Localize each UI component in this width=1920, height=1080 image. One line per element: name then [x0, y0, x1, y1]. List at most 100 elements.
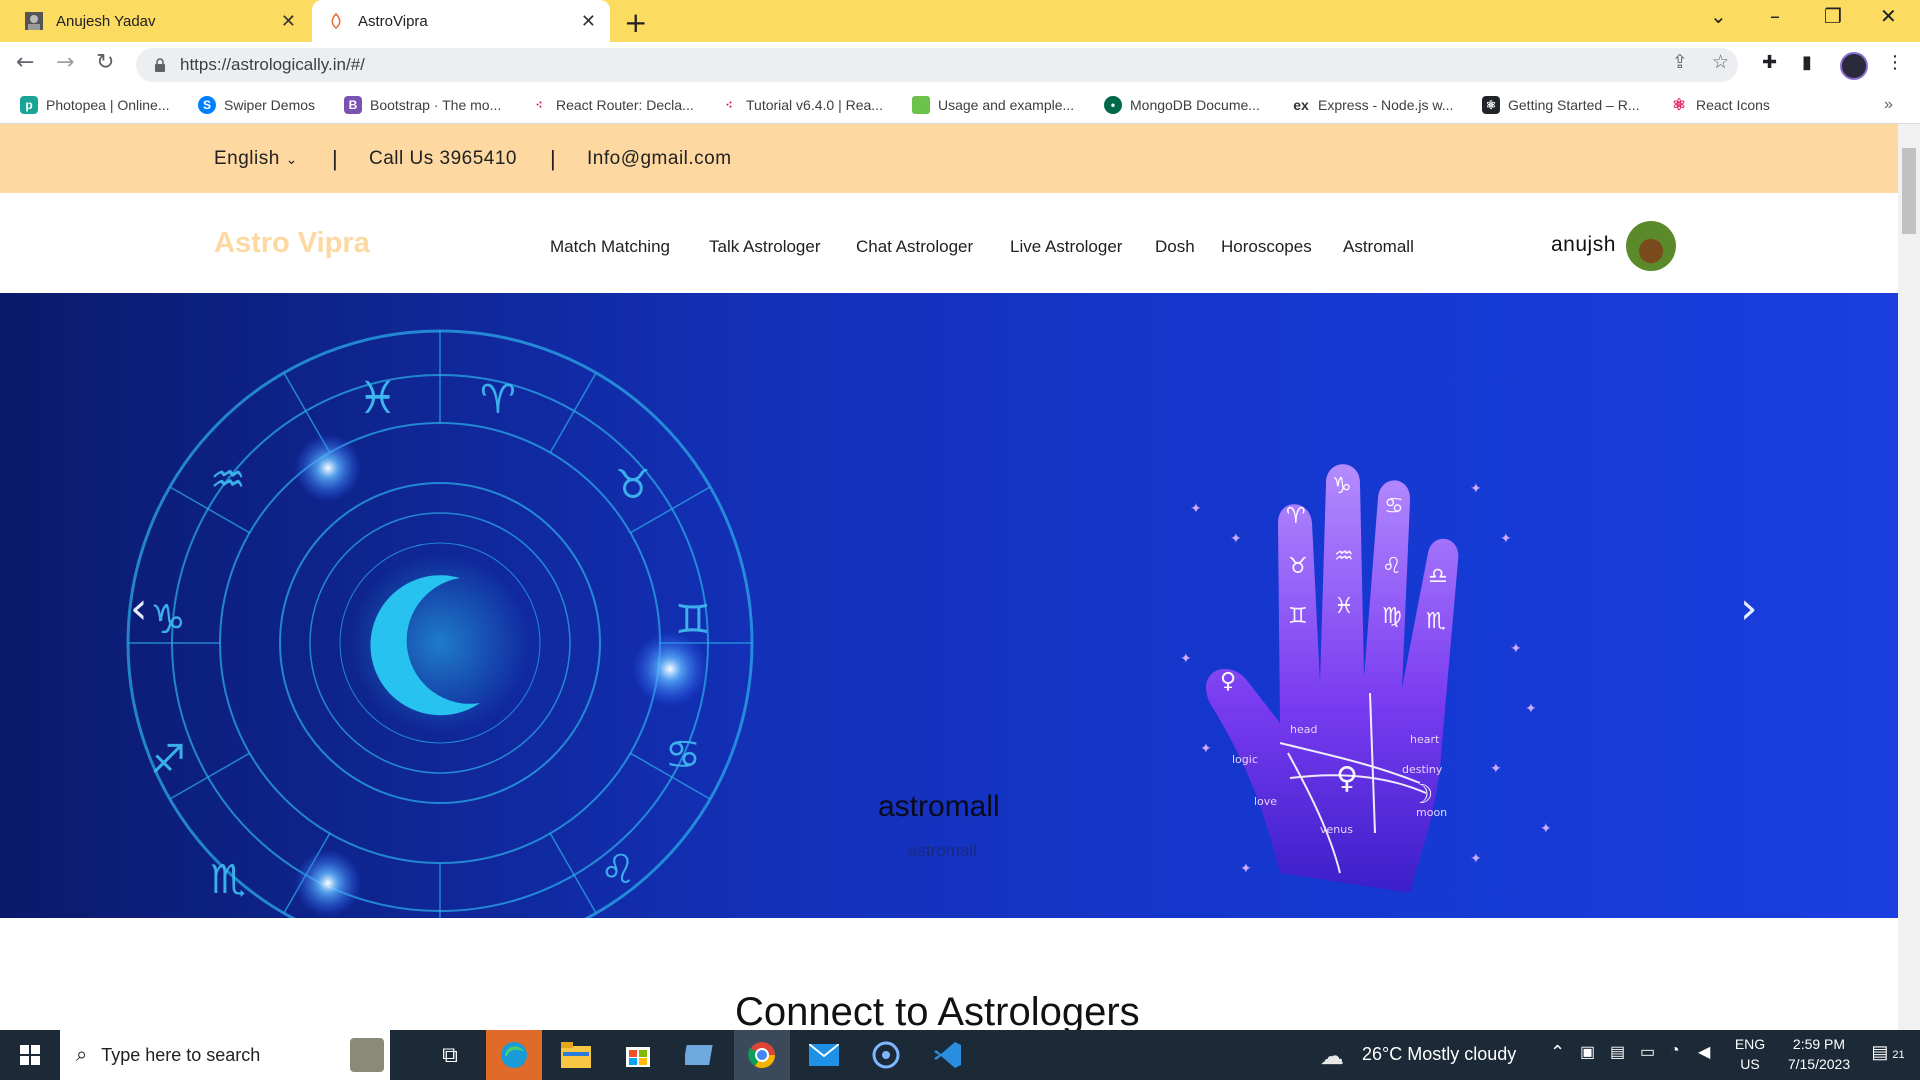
reload-icon[interactable]: ↻: [96, 50, 114, 75]
chrome-browser-icon[interactable]: [734, 1030, 790, 1080]
site-header: Astro Vipra Match Matching Talk Astrolog…: [0, 193, 1898, 293]
edge-browser-icon[interactable]: [486, 1030, 542, 1080]
svg-text:♌: ♌: [600, 847, 636, 893]
input-language[interactable]: ENG US: [1730, 1036, 1770, 1072]
hero-carousel: ♓ ♈ ♉ ♊ ♋ ♌ ♍ ♏ ♐ ♑ ♒ ♈ ♑ ♋ ♉ ♒ ♌ ♎ ♊ ♓ …: [0, 293, 1898, 918]
bookmark-label: MongoDB Docume...: [1130, 97, 1260, 113]
new-tab-plus-icon[interactable]: +: [624, 6, 647, 39]
redux-icon: ⚛: [1482, 96, 1500, 114]
bookmark-bootstrap[interactable]: B Bootstrap · The mo...: [344, 96, 501, 114]
avatar[interactable]: [1626, 221, 1676, 271]
nav-talk-astrologer[interactable]: Talk Astrologer: [709, 237, 821, 257]
bookmark-getting-started[interactable]: ⚛ Getting Started – R...: [1482, 96, 1640, 114]
tab-title: Anujesh Yadav: [56, 12, 156, 30]
forward-arrow-icon[interactable]: →: [56, 50, 74, 75]
divider: |: [550, 146, 556, 171]
svg-text:♋: ♋: [1384, 494, 1404, 519]
bookmark-express[interactable]: ex Express - Node.js w...: [1292, 96, 1453, 114]
address-bar[interactable]: https://astrologically.in/#/: [136, 48, 1738, 82]
task-view-icon[interactable]: ⧉: [424, 1030, 476, 1080]
scrollbar-thumb[interactable]: [1902, 148, 1916, 234]
user-name[interactable]: anujsh: [1551, 233, 1616, 257]
bookmark-photopea[interactable]: p Photopea | Online...: [20, 96, 170, 114]
bookmark-mongodb[interactable]: • MongoDB Docume...: [1104, 96, 1260, 114]
svg-text:♓: ♓: [1334, 594, 1354, 619]
tab-anujesh-yadav[interactable]: Anujesh Yadav ✕: [10, 0, 310, 42]
nav-horoscopes[interactable]: Horoscopes: [1221, 237, 1312, 257]
svg-text:♐: ♐: [150, 737, 186, 783]
node-icon: [912, 96, 930, 114]
restore-icon[interactable]: ❐: [1824, 4, 1842, 28]
svg-text:✦: ✦: [1540, 821, 1550, 837]
nav-dosh[interactable]: Dosh: [1155, 237, 1195, 257]
page-scrollbar[interactable]: [1898, 124, 1920, 1030]
lock-icon: [152, 57, 168, 73]
close-window-icon[interactable]: ✕: [1880, 4, 1897, 28]
browser-menu-icon[interactable]: ⋮: [1886, 52, 1904, 73]
browser-toolbar: ← → ↻ https://astrologically.in/#/ ⇪ ☆ ✚…: [0, 42, 1920, 88]
tab-search-chevron-icon[interactable]: ⌄: [1710, 4, 1727, 28]
carousel-prev-chevron-icon[interactable]: ‹: [130, 583, 148, 634]
security-icon[interactable]: ▤: [1610, 1042, 1625, 1062]
bookmark-react-router[interactable]: ⁖ React Router: Decla...: [530, 96, 693, 114]
battery-icon[interactable]: ▭: [1640, 1042, 1655, 1062]
close-tab-icon[interactable]: ✕: [281, 11, 296, 32]
clock[interactable]: 2:59 PM 7/15/2023: [1774, 1036, 1864, 1072]
nav-astromall[interactable]: Astromall: [1343, 237, 1414, 257]
share-icon[interactable]: ⇪: [1672, 51, 1688, 73]
bookmark-label: Swiper Demos: [224, 97, 316, 113]
nav-chat-astrologer[interactable]: Chat Astrologer: [856, 237, 973, 257]
meet-now-icon[interactable]: ▣: [1580, 1042, 1595, 1062]
bookmark-star-icon[interactable]: ☆: [1712, 51, 1729, 73]
close-tab-icon[interactable]: ✕: [581, 11, 596, 32]
nav-live-astrologer[interactable]: Live Astrologer: [1010, 237, 1122, 257]
tab-astrovipra[interactable]: AstroVipra ✕: [312, 0, 610, 42]
language-label: English: [214, 148, 280, 169]
extensions-puzzle-icon[interactable]: ✚: [1762, 52, 1777, 73]
app-window-icon[interactable]: [672, 1030, 728, 1080]
portrait-favicon-icon: [24, 11, 44, 31]
svg-text:✦: ✦: [1510, 641, 1522, 657]
bookmark-swiper[interactable]: S Swiper Demos: [198, 96, 315, 114]
show-hidden-icons-chevron-icon[interactable]: ⌃: [1550, 1042, 1565, 1063]
cortana-circle-icon[interactable]: [858, 1030, 914, 1080]
windows-start-icon[interactable]: [0, 1030, 60, 1080]
nav-match-matching[interactable]: Match Matching: [550, 237, 670, 257]
svg-text:♈: ♈: [480, 377, 516, 423]
svg-text:♀: ♀: [1220, 669, 1236, 694]
carousel-next-chevron-icon[interactable]: ›: [1740, 583, 1758, 634]
language-selector[interactable]: English ⌄: [214, 148, 298, 170]
vscode-icon[interactable]: [920, 1030, 976, 1080]
wifi-icon[interactable]: ◔: [1670, 1042, 1680, 1060]
language-code: ENG: [1734, 1036, 1766, 1052]
file-explorer-icon[interactable]: [548, 1030, 604, 1080]
clock-date: 7/15/2023: [1787, 1056, 1851, 1072]
email-link[interactable]: Info@gmail.com: [587, 148, 732, 170]
svg-text:♍: ♍: [1382, 604, 1402, 629]
palmistry-hand-illustration: ♈ ♑ ♋ ♉ ♒ ♌ ♎ ♊ ♓ ♍ ♏ ♀ ♀ ☽ head heart l…: [1180, 464, 1550, 893]
hero-caption-title: astromall: [878, 790, 1000, 823]
side-panel-icon[interactable]: ▮: [1802, 52, 1812, 73]
bookmark-usage-examples[interactable]: Usage and example...: [912, 96, 1074, 114]
bookmark-react-icons[interactable]: ⚛ React Icons: [1670, 96, 1770, 114]
weather-text[interactable]: 26°C Mostly cloudy: [1362, 1044, 1516, 1065]
taskbar-search-box[interactable]: ⌕ Type here to search: [60, 1030, 390, 1080]
profile-avatar[interactable]: [1840, 52, 1868, 80]
bookmark-tutorial[interactable]: ⁖ Tutorial v6.4.0 | Rea...: [720, 96, 882, 114]
notification-center[interactable]: ▤ 21: [1870, 1042, 1906, 1063]
site-logo[interactable]: Astro Vipra: [214, 227, 370, 260]
svg-text:♉: ♉: [615, 462, 651, 508]
back-arrow-icon[interactable]: ←: [16, 50, 34, 75]
tab-title: AstroVipra: [358, 12, 428, 30]
divider: |: [332, 146, 338, 171]
bookmarks-overflow-icon[interactable]: »: [1884, 96, 1893, 114]
microsoft-store-icon[interactable]: [610, 1030, 666, 1080]
mail-icon[interactable]: [796, 1030, 852, 1080]
svg-text:♉: ♉: [1288, 554, 1308, 579]
volume-icon[interactable]: ◀: [1698, 1042, 1710, 1062]
weather-cloud-icon[interactable]: ☁: [1320, 1042, 1344, 1071]
svg-text:love: love: [1254, 795, 1277, 808]
bookmark-label: Express - Node.js w...: [1318, 97, 1454, 113]
swiper-icon: S: [198, 96, 216, 114]
minimize-icon[interactable]: –: [1770, 4, 1780, 28]
